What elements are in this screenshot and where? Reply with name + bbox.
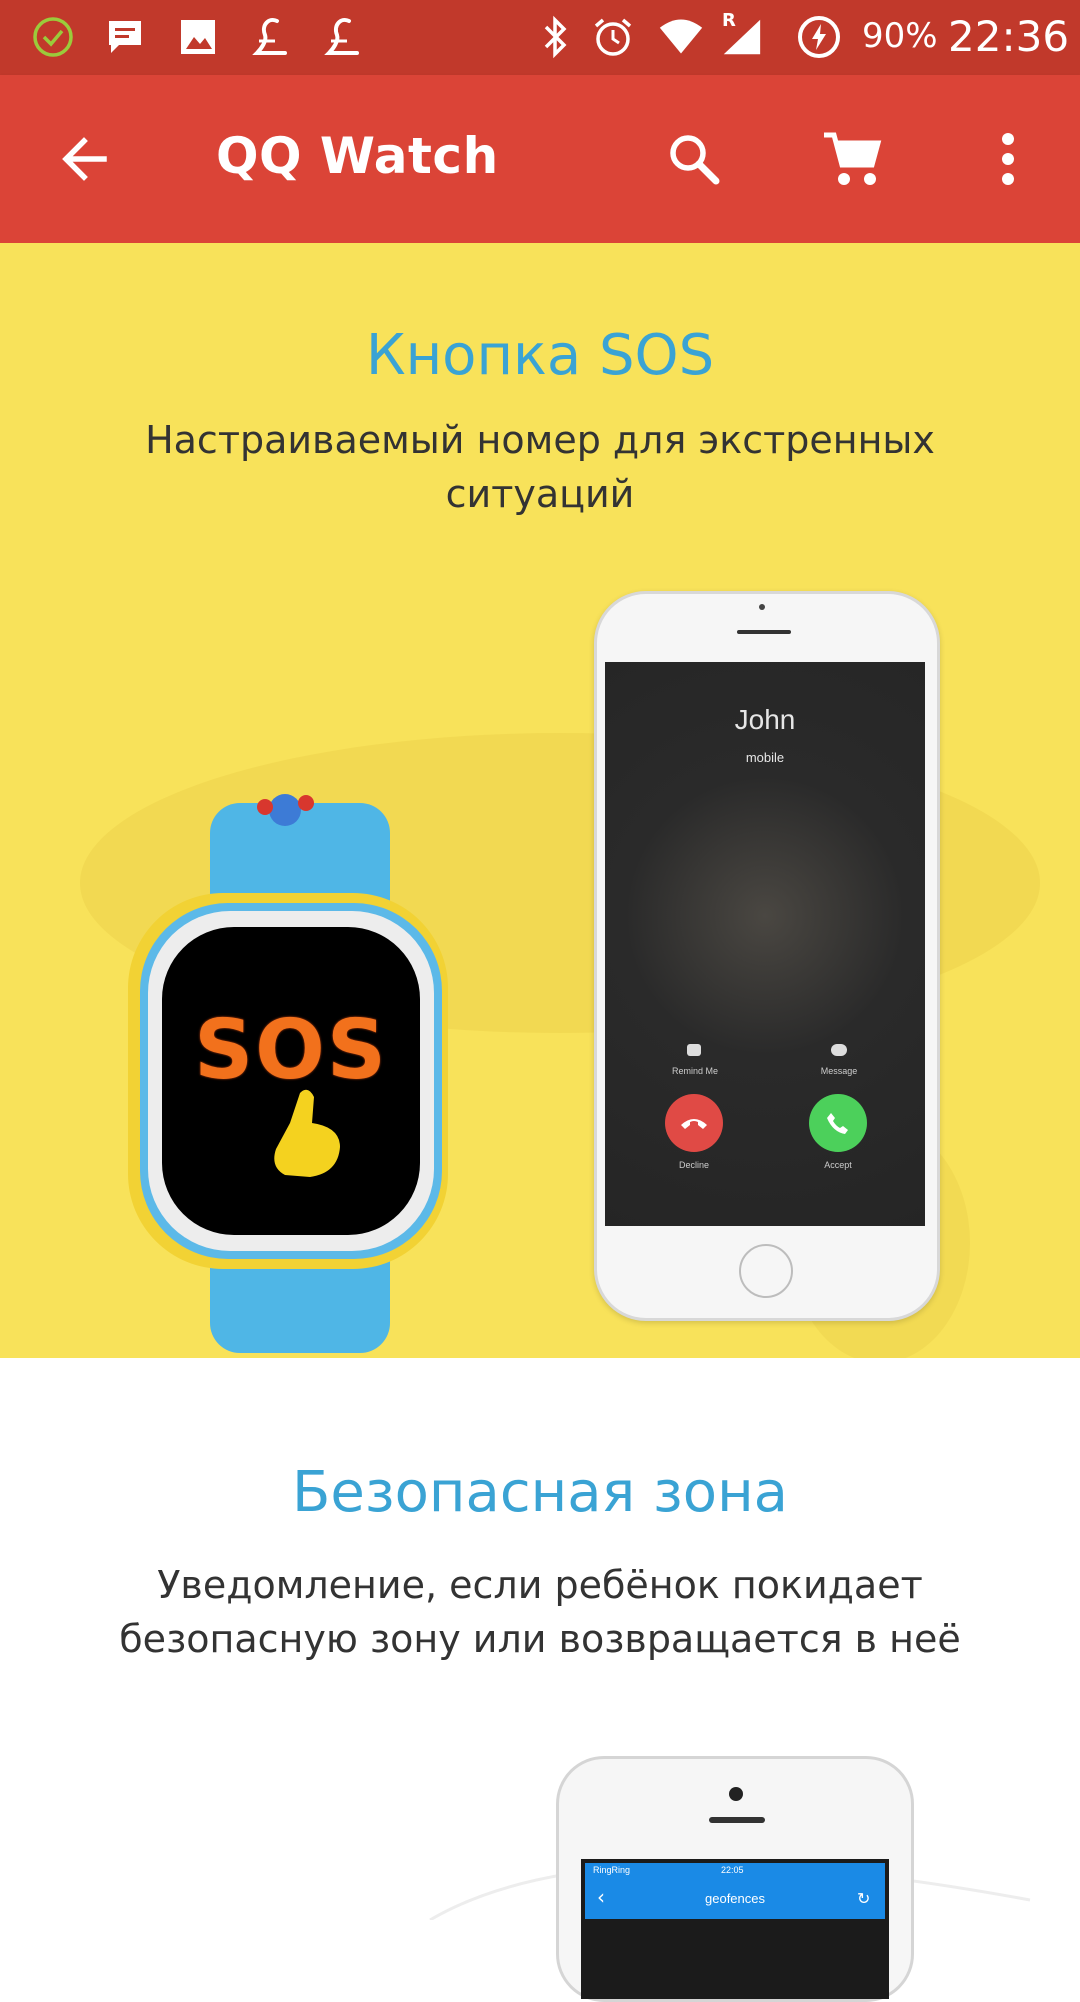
message-icon	[102, 14, 148, 60]
watch-sos-label: SOS	[194, 1003, 388, 1098]
search-icon	[670, 135, 720, 185]
phone-hangup-icon	[681, 1119, 707, 1129]
phone-accept-icon	[827, 1113, 848, 1134]
safe-zone-illustration	[429, 1862, 1031, 1920]
clock: 22:36	[948, 12, 1070, 61]
accept-call-button[interactable]	[809, 1094, 867, 1152]
status-bar: R 90% 22:36	[0, 0, 1080, 75]
decline-call-button[interactable]	[665, 1094, 723, 1152]
back-button[interactable]	[40, 115, 128, 203]
sos-section: Кнопка SOS Настраиваемый номер для экстр…	[0, 243, 1080, 1358]
call-caller-name: John	[734, 704, 796, 735]
phone-mockup: John mobile Remind Me Message Decline Ac…	[594, 591, 940, 1321]
app-bar: QQ Watch	[0, 75, 1080, 243]
remind-me-label: Remind Me	[671, 1066, 718, 1076]
message-bubble-icon	[831, 1044, 847, 1056]
bluetooth-icon	[532, 14, 578, 60]
cart-button[interactable]	[808, 115, 896, 203]
check-circle-icon	[30, 14, 76, 60]
refresh-icon[interactable]: ↻	[857, 1889, 870, 1908]
remind-me-icon	[687, 1044, 701, 1056]
app-l-icon	[248, 14, 294, 60]
search-button[interactable]	[650, 115, 738, 203]
message-label: Message	[820, 1066, 858, 1076]
phone2-speaker	[709, 1817, 765, 1823]
phone-speaker	[737, 630, 791, 634]
battery-percent: 90%	[862, 16, 938, 56]
battery-charging-icon	[796, 14, 842, 60]
roaming-indicator: R	[722, 10, 736, 31]
accept-label: Accept	[824, 1160, 852, 1170]
phone2-camera	[729, 1787, 743, 1801]
safe-zone-title: Безопасная зона	[291, 1460, 788, 1525]
alarm-icon	[590, 14, 636, 60]
phone2-navbar: RingRing 22:05 ‹ geofences ↻	[585, 1863, 885, 1919]
wifi-icon	[658, 14, 704, 60]
phone-mockup-2: RingRing 22:05 ‹ geofences ↻	[556, 1756, 914, 2002]
phone2-time: 22:05	[721, 1865, 744, 1875]
more-vert-icon	[1002, 133, 1014, 185]
phone2-carrier: RingRing	[593, 1865, 631, 1875]
safe-zone-subtitle: Уведомление, если ребёнок покидает безоп…	[119, 1563, 961, 1661]
image-icon	[175, 14, 221, 60]
cart-icon	[824, 132, 882, 185]
more-options-button[interactable]	[964, 115, 1052, 203]
call-caller-type: mobile	[745, 750, 785, 765]
phone2-screen: RingRing 22:05 ‹ geofences ↻	[581, 1859, 889, 1999]
decline-label: Decline	[678, 1160, 709, 1170]
phone-camera	[759, 604, 765, 610]
back-arrow-icon	[62, 137, 107, 181]
phone2-screen-title: geofences	[705, 1891, 765, 1906]
phone-home-button	[739, 1244, 793, 1298]
phone-screen: John mobile Remind Me Message Decline Ac…	[605, 662, 925, 1226]
app-l-icon	[320, 14, 366, 60]
page-title: QQ Watch	[216, 127, 499, 185]
